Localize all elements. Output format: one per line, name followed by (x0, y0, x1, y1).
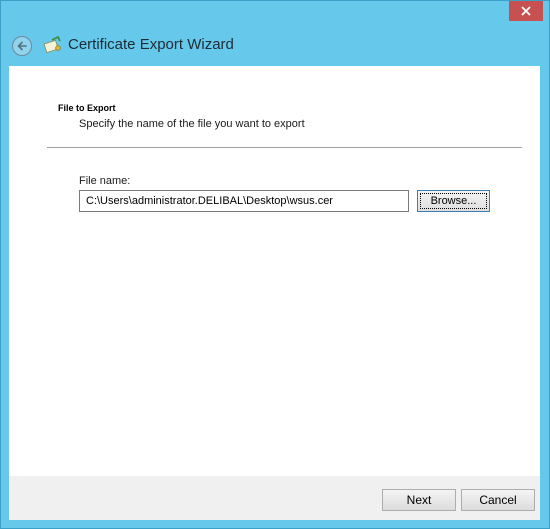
next-button[interactable]: Next (382, 489, 456, 511)
page-description: Specify the name of the file you want to… (79, 118, 305, 130)
back-button[interactable] (12, 36, 32, 56)
file-name-label: File name: (79, 175, 131, 187)
page-heading: File to Export (58, 103, 116, 113)
cancel-button[interactable]: Cancel (461, 489, 535, 511)
header-separator (47, 147, 522, 148)
certificate-wizard-icon (43, 36, 61, 54)
wizard-footer: Next Cancel (9, 476, 540, 520)
browse-button[interactable]: Browse... (417, 190, 490, 212)
back-arrow-icon (17, 41, 27, 51)
close-button[interactable] (509, 1, 543, 21)
window-title: Certificate Export Wizard (68, 36, 234, 53)
file-name-input[interactable] (79, 190, 409, 212)
wizard-content: File to Export Specify the name of the f… (9, 66, 540, 476)
close-icon (521, 6, 531, 16)
wizard-window: Certificate Export Wizard File to Export… (0, 0, 550, 529)
